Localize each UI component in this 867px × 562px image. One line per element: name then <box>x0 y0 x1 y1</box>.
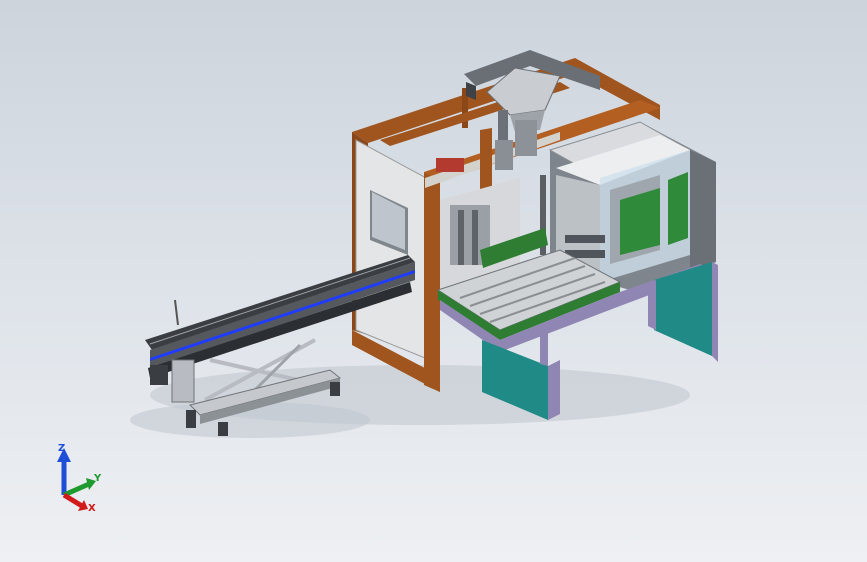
axis-triad: Z Y X <box>44 440 114 520</box>
machine-3d-model[interactable] <box>0 0 867 562</box>
z-axis-label: Z <box>58 443 66 454</box>
graphics-viewport[interactable]: Z Y X <box>0 0 867 562</box>
y-axis-label: Y <box>94 473 102 484</box>
x-axis-label: X <box>88 503 96 514</box>
axis-triad-graphic <box>57 448 96 511</box>
